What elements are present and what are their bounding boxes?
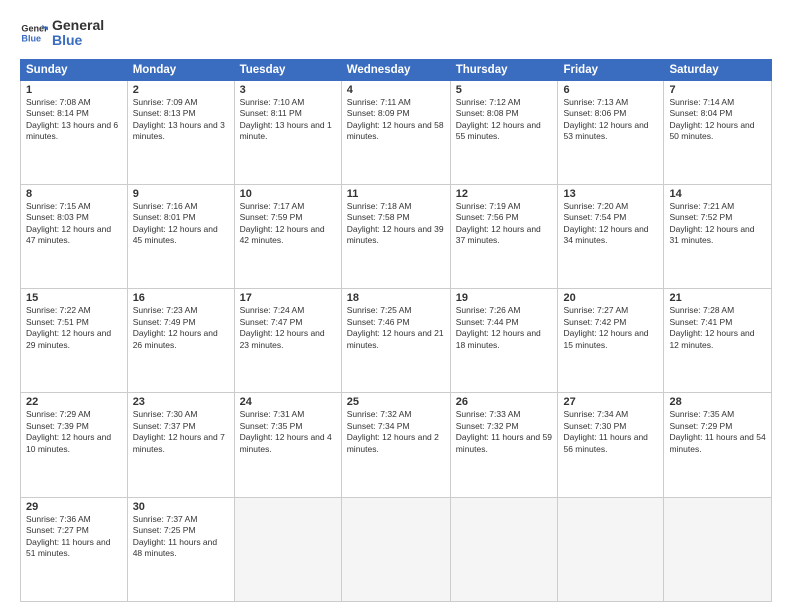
calendar-body: 1 Sunrise: 7:08 AM Sunset: 8:14 PM Dayli… <box>21 80 772 601</box>
table-row: 7 Sunrise: 7:14 AM Sunset: 8:04 PM Dayli… <box>664 80 772 184</box>
table-row: 15 Sunrise: 7:22 AM Sunset: 7:51 PM Dayl… <box>21 289 128 393</box>
table-row: 28 Sunrise: 7:35 AM Sunset: 7:29 PM Dayl… <box>664 393 772 497</box>
table-row: 14 Sunrise: 7:21 AM Sunset: 7:52 PM Dayl… <box>664 185 772 289</box>
table-row: 11 Sunrise: 7:18 AM Sunset: 7:58 PM Dayl… <box>341 185 450 289</box>
table-row: 4 Sunrise: 7:11 AM Sunset: 8:09 PM Dayli… <box>341 80 450 184</box>
table-row: 23 Sunrise: 7:30 AM Sunset: 7:37 PM Dayl… <box>127 393 234 497</box>
calendar-row: 8 Sunrise: 7:15 AM Sunset: 8:03 PM Dayli… <box>21 185 772 289</box>
table-row: 24 Sunrise: 7:31 AM Sunset: 7:35 PM Dayl… <box>234 393 341 497</box>
table-row: 22 Sunrise: 7:29 AM Sunset: 7:39 PM Dayl… <box>21 393 128 497</box>
table-row: 5 Sunrise: 7:12 AM Sunset: 8:08 PM Dayli… <box>450 80 558 184</box>
table-row: 30 Sunrise: 7:37 AM Sunset: 7:25 PM Dayl… <box>127 497 234 601</box>
col-sunday: Sunday <box>21 59 128 80</box>
empty-cell <box>341 497 450 601</box>
table-row: 29 Sunrise: 7:36 AM Sunset: 7:27 PM Dayl… <box>21 497 128 601</box>
svg-text:General: General <box>21 24 48 34</box>
calendar-row: 1 Sunrise: 7:08 AM Sunset: 8:14 PM Dayli… <box>21 80 772 184</box>
table-row: 18 Sunrise: 7:25 AM Sunset: 7:46 PM Dayl… <box>341 289 450 393</box>
table-row: 12 Sunrise: 7:19 AM Sunset: 7:56 PM Dayl… <box>450 185 558 289</box>
empty-cell <box>558 497 664 601</box>
logo-text: General Blue <box>52 18 104 49</box>
logo-icon: General Blue <box>20 19 48 47</box>
empty-cell <box>664 497 772 601</box>
table-row: 9 Sunrise: 7:16 AM Sunset: 8:01 PM Dayli… <box>127 185 234 289</box>
header: General Blue General Blue <box>20 18 772 49</box>
table-row: 8 Sunrise: 7:15 AM Sunset: 8:03 PM Dayli… <box>21 185 128 289</box>
table-row: 1 Sunrise: 7:08 AM Sunset: 8:14 PM Dayli… <box>21 80 128 184</box>
col-friday: Friday <box>558 59 664 80</box>
table-row: 16 Sunrise: 7:23 AM Sunset: 7:49 PM Dayl… <box>127 289 234 393</box>
header-row: Sunday Monday Tuesday Wednesday Thursday… <box>21 59 772 80</box>
calendar-page: General Blue General Blue Sunday Monday … <box>0 0 792 612</box>
calendar-row: 29 Sunrise: 7:36 AM Sunset: 7:27 PM Dayl… <box>21 497 772 601</box>
col-tuesday: Tuesday <box>234 59 341 80</box>
table-row: 3 Sunrise: 7:10 AM Sunset: 8:11 PM Dayli… <box>234 80 341 184</box>
table-row: 10 Sunrise: 7:17 AM Sunset: 7:59 PM Dayl… <box>234 185 341 289</box>
table-row: 26 Sunrise: 7:33 AM Sunset: 7:32 PM Dayl… <box>450 393 558 497</box>
calendar-row: 22 Sunrise: 7:29 AM Sunset: 7:39 PM Dayl… <box>21 393 772 497</box>
table-row: 2 Sunrise: 7:09 AM Sunset: 8:13 PM Dayli… <box>127 80 234 184</box>
col-wednesday: Wednesday <box>341 59 450 80</box>
logo: General Blue General Blue <box>20 18 104 49</box>
table-row: 17 Sunrise: 7:24 AM Sunset: 7:47 PM Dayl… <box>234 289 341 393</box>
col-monday: Monday <box>127 59 234 80</box>
calendar-row: 15 Sunrise: 7:22 AM Sunset: 7:51 PM Dayl… <box>21 289 772 393</box>
table-row: 27 Sunrise: 7:34 AM Sunset: 7:30 PM Dayl… <box>558 393 664 497</box>
table-row: 21 Sunrise: 7:28 AM Sunset: 7:41 PM Dayl… <box>664 289 772 393</box>
table-row: 20 Sunrise: 7:27 AM Sunset: 7:42 PM Dayl… <box>558 289 664 393</box>
empty-cell <box>234 497 341 601</box>
col-thursday: Thursday <box>450 59 558 80</box>
table-row: 13 Sunrise: 7:20 AM Sunset: 7:54 PM Dayl… <box>558 185 664 289</box>
calendar-table: Sunday Monday Tuesday Wednesday Thursday… <box>20 59 772 602</box>
col-saturday: Saturday <box>664 59 772 80</box>
table-row: 25 Sunrise: 7:32 AM Sunset: 7:34 PM Dayl… <box>341 393 450 497</box>
empty-cell <box>450 497 558 601</box>
svg-text:Blue: Blue <box>21 34 41 44</box>
table-row: 19 Sunrise: 7:26 AM Sunset: 7:44 PM Dayl… <box>450 289 558 393</box>
table-row: 6 Sunrise: 7:13 AM Sunset: 8:06 PM Dayli… <box>558 80 664 184</box>
